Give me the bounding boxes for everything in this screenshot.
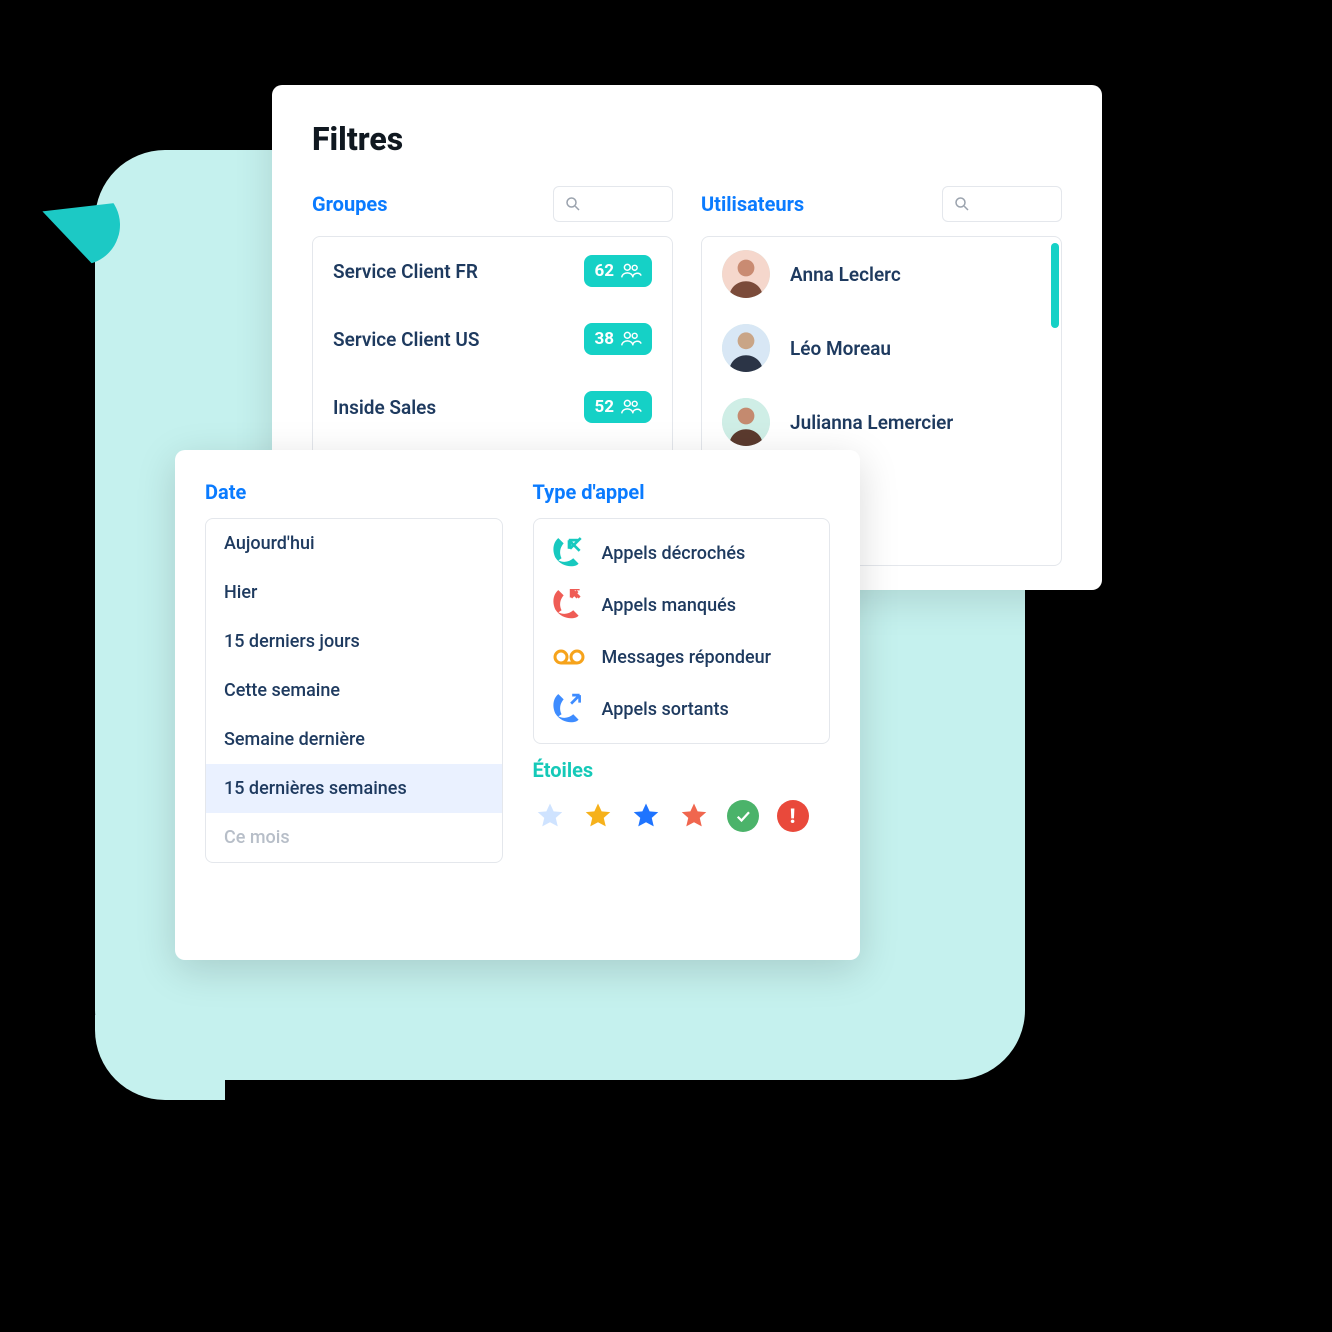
star-icon — [583, 801, 613, 831]
date-label: Date — [205, 480, 503, 504]
missed-call-icon — [552, 590, 586, 620]
call-type-missed[interactable]: Appels manqués — [534, 579, 830, 631]
group-name: Service Client FR — [333, 260, 478, 283]
avatar — [722, 250, 770, 298]
star-filter-blue[interactable] — [631, 801, 661, 831]
avatar — [722, 398, 770, 446]
group-name: Service Client US — [333, 328, 479, 351]
star-filter-orange[interactable] — [679, 801, 709, 831]
star-icon — [631, 801, 661, 831]
call-type-label: Type d'appel — [533, 480, 831, 504]
group-count-badge: 52 — [584, 391, 652, 423]
filters-title: Filtres — [312, 120, 1062, 158]
date-list: Aujourd'hui Hier 15 derniers jours Cette… — [205, 518, 503, 863]
users-icon — [620, 398, 642, 416]
stars-label: Étoiles — [533, 758, 831, 782]
star-filter-yellow[interactable] — [583, 801, 613, 831]
avatar — [722, 324, 770, 372]
groups-label: Groupes — [312, 192, 387, 216]
call-type-voicemail[interactable]: Messages répondeur — [534, 631, 830, 683]
date-option-this-month[interactable]: Ce mois — [206, 813, 502, 862]
date-option-last-week[interactable]: Semaine dernière — [206, 715, 502, 764]
users-icon — [620, 262, 642, 280]
incoming-call-icon — [552, 538, 586, 568]
call-type-text: Appels décrochés — [602, 543, 746, 564]
user-item[interactable]: Anna Leclerc — [702, 237, 1061, 311]
date-option-today[interactable]: Aujourd'hui — [206, 519, 502, 568]
user-item[interactable]: Léo Moreau — [702, 311, 1061, 385]
users-icon — [620, 330, 642, 348]
call-type-text: Appels sortants — [602, 699, 729, 720]
users-search[interactable] — [942, 186, 1062, 222]
star-filter-light[interactable] — [535, 801, 565, 831]
stars-row: ! — [533, 796, 831, 836]
call-type-column: Type d'appel Appels décrochés Appels man… — [533, 480, 831, 960]
group-count-badge: 62 — [584, 255, 652, 287]
outgoing-call-icon — [552, 694, 586, 724]
star-icon — [535, 801, 565, 831]
user-name: Julianna Lemercier — [790, 411, 953, 434]
background-blob-notch — [95, 1015, 225, 1100]
group-name: Inside Sales — [333, 396, 436, 419]
group-item[interactable]: Service Client FR 62 — [313, 237, 672, 305]
date-option-last-15-days[interactable]: 15 derniers jours — [206, 617, 502, 666]
call-type-text: Appels manqués — [602, 595, 737, 616]
scrollbar-indicator[interactable] — [1051, 243, 1059, 328]
call-type-answered[interactable]: Appels décrochés — [534, 527, 830, 579]
search-icon — [953, 195, 971, 213]
call-type-list: Appels décrochés Appels manqués Messages… — [533, 518, 831, 744]
call-type-outgoing[interactable]: Appels sortants — [534, 683, 830, 735]
date-type-card: Date Aujourd'hui Hier 15 derniers jours … — [175, 450, 860, 960]
date-option-this-week[interactable]: Cette semaine — [206, 666, 502, 715]
date-option-yesterday[interactable]: Hier — [206, 568, 502, 617]
groups-search[interactable] — [553, 186, 673, 222]
voicemail-icon — [552, 642, 586, 672]
date-column: Date Aujourd'hui Hier 15 derniers jours … — [205, 480, 503, 960]
group-count-badge: 38 — [584, 323, 652, 355]
user-item[interactable]: Julianna Lemercier — [702, 385, 1061, 459]
user-name: Léo Moreau — [790, 337, 891, 360]
group-item[interactable]: Inside Sales 52 — [313, 373, 672, 441]
search-icon — [564, 195, 582, 213]
status-ok-filter[interactable] — [727, 800, 759, 832]
group-item[interactable]: Service Client US 38 — [313, 305, 672, 373]
star-icon — [679, 801, 709, 831]
user-name: Anna Leclerc — [790, 263, 901, 286]
exclamation-icon: ! — [790, 806, 796, 826]
status-alert-filter[interactable]: ! — [777, 800, 809, 832]
date-option-last-15-weeks[interactable]: 15 dernières semaines — [206, 764, 502, 813]
users-label: Utilisateurs — [701, 192, 804, 216]
call-type-text: Messages répondeur — [602, 647, 772, 668]
check-icon — [734, 807, 752, 825]
